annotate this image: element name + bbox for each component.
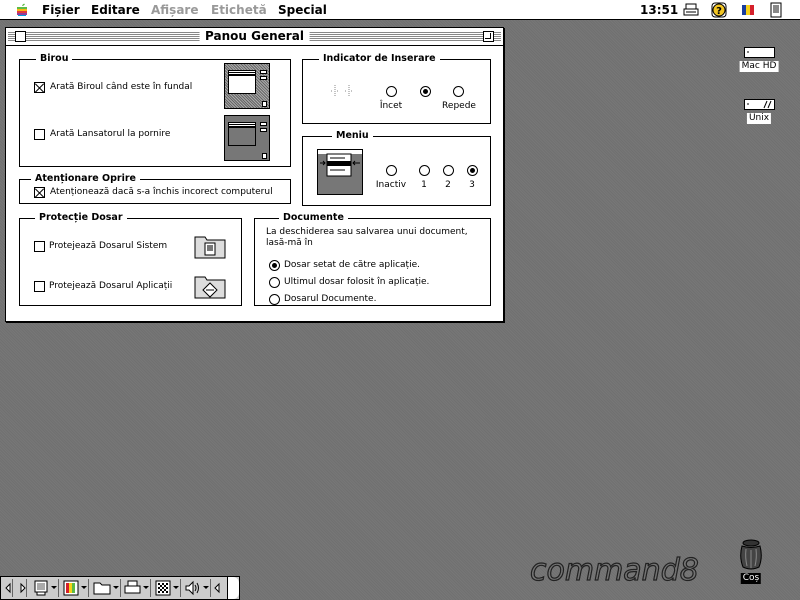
- menu-blink-off-radio[interactable]: [386, 165, 397, 176]
- applications-folder-icon: [194, 276, 226, 299]
- documents-group: Documente La deschiderea sau salvarea un…: [254, 211, 491, 306]
- insertion-rate-fast-radio[interactable]: [453, 86, 464, 97]
- documents-last-folder-radio[interactable]: [269, 277, 280, 288]
- documents-last-folder-label[interactable]: Ultimul dosar folosit în aplicație.: [284, 277, 429, 288]
- hard-disk-icon: [744, 47, 775, 58]
- control-strip-scroll-right-icon[interactable]: [213, 579, 223, 597]
- zoom-box-icon[interactable]: [483, 31, 494, 42]
- system-folder-icon: [194, 236, 226, 259]
- monitor-icon[interactable]: [31, 579, 59, 597]
- control-strip[interactable]: [0, 576, 240, 600]
- menu-blink-off-label: Inactiv: [375, 180, 407, 190]
- show-launcher-checkbox[interactable]: [34, 129, 45, 140]
- commando-logo: command8: [530, 540, 730, 590]
- desktop-preview-icon: [224, 63, 270, 109]
- insertion-rate-slow-label: Încet: [379, 101, 403, 111]
- insertion-rate-fast-label: Repede: [442, 101, 476, 111]
- window-title: Panou General: [199, 29, 310, 44]
- svg-text:?: ?: [716, 6, 722, 17]
- documents-group-title: Documente: [279, 211, 348, 225]
- shutdown-warning-checkbox[interactable]: [34, 187, 45, 198]
- close-box-icon[interactable]: [15, 31, 26, 42]
- menu-bar: Fișier Editare Afișare Etichetă Special …: [0, 0, 800, 20]
- menu-blink-1-radio[interactable]: [419, 165, 430, 176]
- insertion-rate-medium-radio[interactable]: [420, 86, 431, 97]
- trash-icon: [740, 539, 762, 570]
- color-depth-icon[interactable]: [61, 579, 89, 597]
- documents-app-folder-radio[interactable]: [269, 260, 280, 271]
- shutdown-warning-group: Atenționare Oprire Atenționează dacă s-a…: [19, 172, 291, 204]
- protect-apps-label[interactable]: Protejează Dosarul Aplicații: [49, 281, 172, 292]
- protect-system-checkbox[interactable]: [34, 241, 45, 252]
- documents-folder-radio[interactable]: [269, 294, 280, 305]
- general-controls-window: Panou General Birou Arată Biroul când es…: [5, 27, 504, 322]
- help-icon[interactable]: ?: [711, 2, 727, 18]
- show-desktop-label[interactable]: Arată Biroul când este în fundal: [50, 82, 192, 93]
- documents-folder-label[interactable]: Dosarul Documente.: [284, 294, 376, 305]
- menu-view[interactable]: Afișare: [151, 2, 198, 18]
- unix-label[interactable]: Unix: [746, 113, 772, 124]
- apple-logo-icon[interactable]: [15, 3, 29, 17]
- printer-icon[interactable]: [123, 579, 151, 597]
- menu-group-title: Meniu: [332, 129, 373, 143]
- documents-description: La deschiderea sau salvarea unui documen…: [266, 227, 468, 248]
- menu-blink-3-radio[interactable]: [467, 165, 478, 176]
- protect-apps-checkbox[interactable]: [34, 281, 45, 292]
- launcher-preview-icon: [224, 115, 270, 161]
- menubar-clock[interactable]: 13:51: [640, 2, 678, 18]
- window-title-bar[interactable]: Panou General: [6, 28, 503, 46]
- sound-volume-icon[interactable]: [183, 579, 211, 597]
- menu-blink-2-label: 2: [445, 180, 451, 190]
- insertion-rate-slow-radio[interactable]: [386, 86, 397, 97]
- menu-preview-icon: [317, 149, 363, 195]
- hard-disk-icon: [744, 99, 775, 110]
- menu-blink-3-label: 3: [469, 180, 475, 190]
- file-sharing-icon[interactable]: [91, 579, 121, 597]
- trash-label[interactable]: Coș: [740, 573, 762, 584]
- desktop-group-title: Birou: [36, 52, 73, 66]
- printer-icon[interactable]: [683, 2, 699, 18]
- show-launcher-label[interactable]: Arată Lansatorul la pornire: [50, 129, 170, 140]
- documents-app-folder-label[interactable]: Dosar setat de către aplicație.: [284, 260, 420, 271]
- shutdown-warning-label[interactable]: Atenționează dacă s-a închis incorect co…: [50, 187, 273, 198]
- menu-label[interactable]: Etichetă: [211, 2, 267, 18]
- menu-file[interactable]: Fișier: [42, 2, 80, 18]
- insertion-group-title: Indicator de Inserare: [319, 52, 440, 66]
- application-menu-icon[interactable]: [768, 2, 784, 18]
- menu-special[interactable]: Special: [278, 2, 327, 18]
- mac-hd-label[interactable]: Mac HD: [739, 61, 779, 72]
- menu-blinking-group: Meniu Inactiv 1 2 3: [302, 129, 491, 206]
- menu-edit[interactable]: Editare: [91, 2, 140, 18]
- control-strip-scroll-left-icon[interactable]: [17, 579, 27, 597]
- shutdown-group-title: Atenționare Oprire: [31, 172, 140, 186]
- keyboard-flag-icon[interactable]: [740, 2, 756, 18]
- show-desktop-checkbox[interactable]: [34, 82, 45, 93]
- folder-protection-title: Protecție Dosar: [35, 211, 127, 225]
- desktop-group: Birou Arată Biroul când este în fundal A…: [19, 52, 291, 167]
- control-strip-collapse-icon[interactable]: [3, 579, 13, 597]
- logo-text: command8: [530, 553, 699, 588]
- appletalk-icon[interactable]: [153, 579, 181, 597]
- insertion-point-group: Indicator de Inserare Încet Repede: [302, 52, 491, 124]
- folder-protection-group: Protecție Dosar Protejează Dosarul Siste…: [19, 211, 242, 306]
- control-strip-tab[interactable]: [227, 577, 239, 599]
- menu-blink-1-label: 1: [421, 180, 427, 190]
- insertion-blink-icon: [331, 85, 353, 97]
- menu-blink-2-radio[interactable]: [443, 165, 454, 176]
- protect-system-label[interactable]: Protejează Dosarul Sistem: [49, 241, 167, 252]
